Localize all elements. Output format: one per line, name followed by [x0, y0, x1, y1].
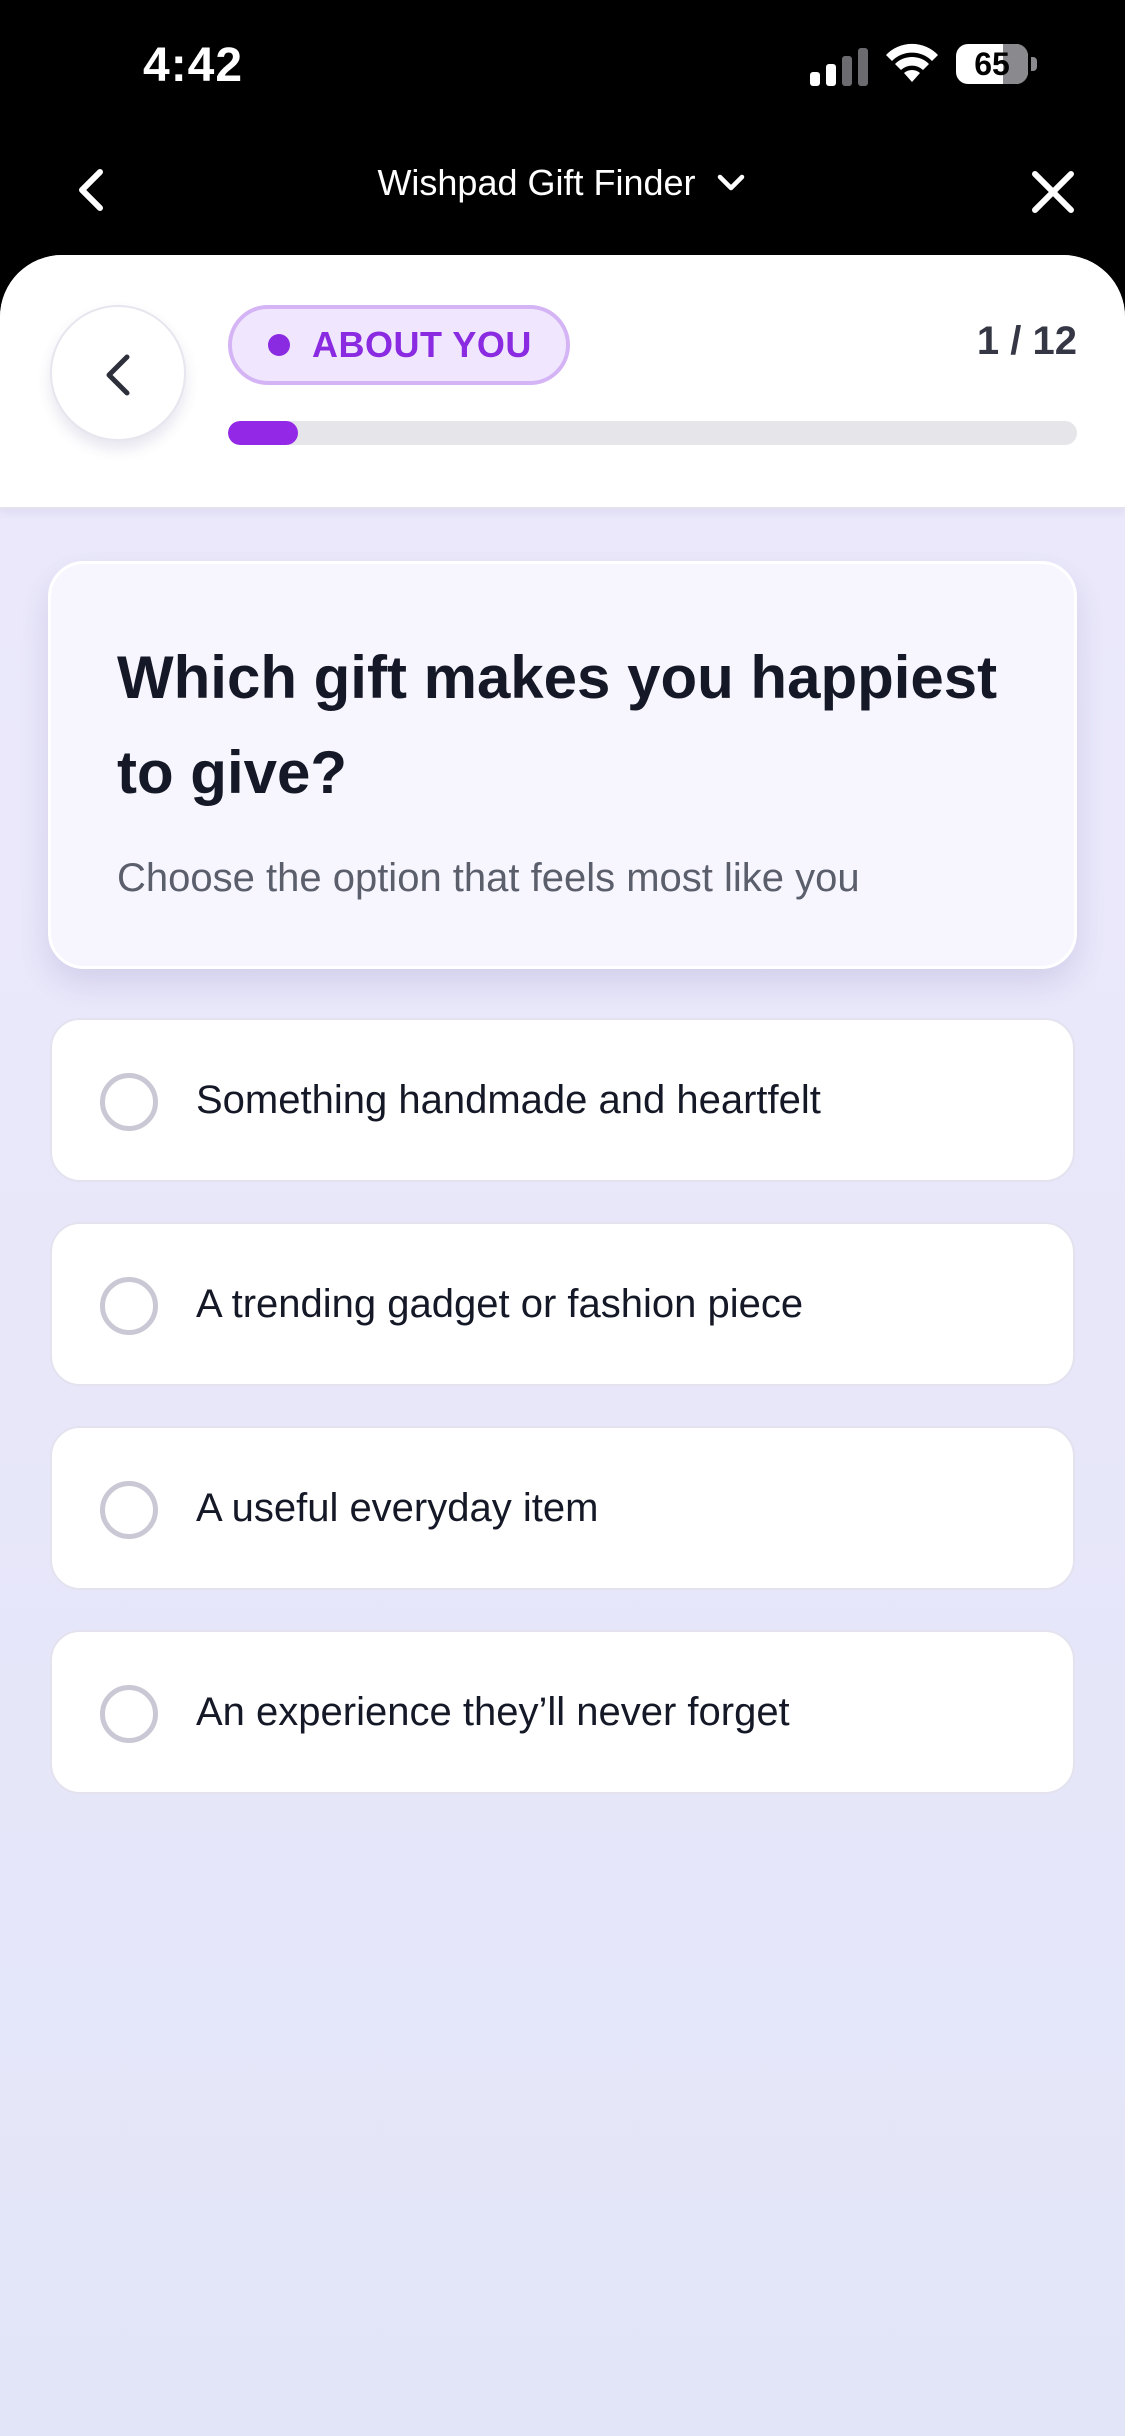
option-label: An experience they’ll never forget [196, 1690, 790, 1734]
quiz-sheet: ABOUT YOU 1 / 12 Which gift makes you ha… [0, 255, 1125, 2436]
answer-option[interactable]: Something handmade and heartfelt [50, 1018, 1075, 1182]
status-bar: 4:42 65 [0, 0, 1125, 130]
chevron-left-icon [106, 354, 130, 396]
wifi-icon [886, 43, 938, 82]
status-time: 4:42 [143, 39, 244, 92]
close-icon[interactable] [1021, 160, 1085, 224]
radio-button[interactable] [100, 1277, 158, 1335]
section-label: ABOUT YOU [312, 324, 532, 365]
progress-bar [228, 421, 1077, 445]
question-title: Which gift makes you happiest to give? [117, 644, 998, 806]
answer-option[interactable]: A trending gadget or fashion piece [50, 1222, 1075, 1386]
battery-icon: 65 [956, 44, 1040, 84]
cellular-signal-icon [810, 48, 868, 86]
radio-button[interactable] [100, 1685, 158, 1743]
question-card: Which gift makes you happiest to give? C… [48, 561, 1077, 969]
back-button[interactable] [50, 305, 186, 441]
progress-fill [228, 421, 299, 445]
question-subtitle: Choose the option that feels most like y… [117, 856, 860, 900]
nav-title: Wishpad Gift Finder [377, 162, 696, 203]
badge-dot [268, 334, 290, 356]
radio-button[interactable] [100, 1073, 158, 1131]
battery-level: 65 [974, 46, 1010, 82]
answer-option[interactable]: A useful everyday item [50, 1426, 1075, 1590]
step-counter: 1 / 12 [976, 319, 1077, 363]
section-badge: ABOUT YOU [228, 305, 570, 385]
option-label: A trending gadget or fashion piece [196, 1282, 804, 1326]
option-label: Something handmade and heartfelt [196, 1078, 821, 1122]
quiz-header: ABOUT YOU 1 / 12 [0, 255, 1125, 509]
answer-option[interactable]: An experience they’ll never forget [50, 1630, 1075, 1794]
nav-title-button[interactable]: Wishpad Gift Finder [0, 162, 1125, 204]
radio-button[interactable] [100, 1481, 158, 1539]
chevron-down-icon [717, 174, 744, 191]
nav-bar: Wishpad Gift Finder [0, 130, 1125, 255]
option-label: A useful everyday item [196, 1486, 599, 1530]
